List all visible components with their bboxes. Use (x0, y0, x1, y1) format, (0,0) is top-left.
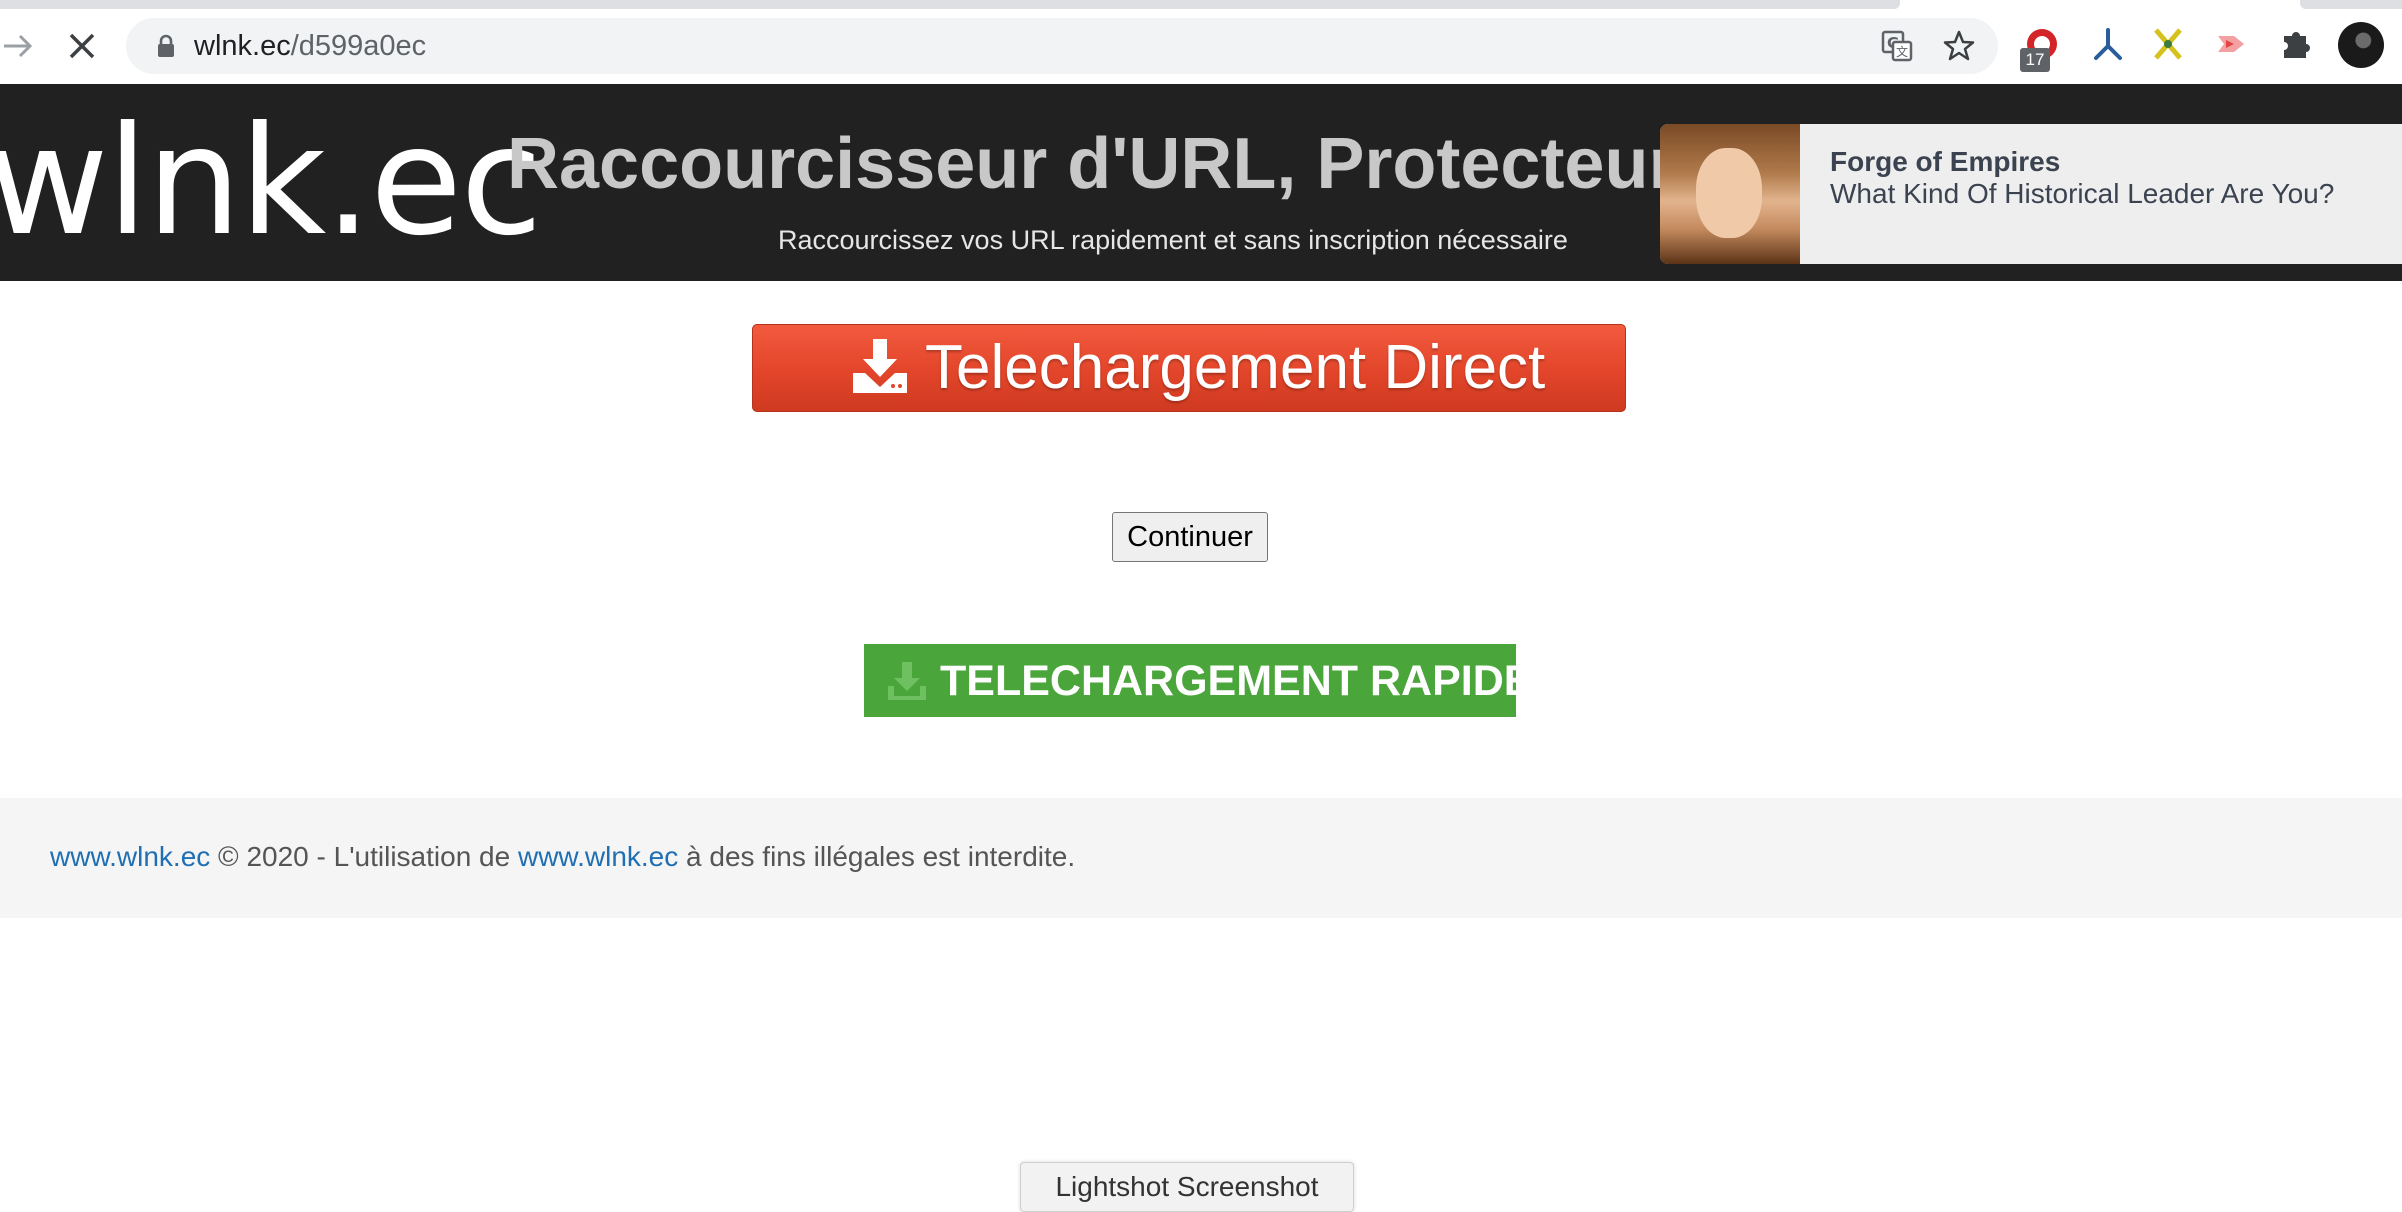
site-subtitle: Raccourcissez vos URL rapidement et sans… (778, 225, 1568, 255)
download-icon (853, 339, 907, 393)
direct-download-button[interactable]: Telechargement Direct (752, 324, 1626, 412)
fast-download-label: TELECHARGEMENT RAPIDE (940, 657, 1533, 705)
arrow-extension-icon[interactable] (2214, 26, 2250, 62)
lightshot-screenshot-button[interactable]: Lightshot Screenshot (1020, 1162, 1354, 1212)
svg-text:文: 文 (1896, 44, 1908, 59)
bookmark-star-icon[interactable] (1942, 29, 1976, 63)
ad-title[interactable]: Forge of Empires (1830, 146, 2060, 178)
site-title: Raccourcisseur d'URL, Protecteur (507, 124, 1677, 204)
ad-banner[interactable]: Forge of Empires What Kind Of Historical… (1660, 124, 2402, 264)
site-header: wlnk.ec Raccourcisseur d'URL, Protecteur… (0, 84, 2402, 281)
ad-image[interactable] (1660, 124, 1800, 264)
download-icon (888, 662, 926, 700)
extension-badge: 17 (2020, 48, 2050, 72)
tab-strip-right (2300, 0, 2402, 9)
branch-extension-icon[interactable] (2090, 26, 2126, 62)
yellow-extension-icon[interactable] (2150, 26, 2186, 62)
url-text[interactable]: wlnk.ec/d599a0ec (194, 30, 426, 62)
direct-download-label: Telechargement Direct (925, 333, 1546, 402)
footer-copyright: © 2020 - L'utilisation de (210, 841, 518, 872)
fast-download-button[interactable]: TELECHARGEMENT RAPIDE (864, 644, 1532, 717)
lock-icon (158, 34, 174, 57)
site-logo[interactable]: wlnk.ec (0, 102, 543, 262)
ad-text[interactable]: What Kind Of Historical Leader Are You? (1830, 178, 2350, 210)
footer-notice: à des fins illégales est interdite. (678, 841, 1076, 872)
ad-face-shape (1696, 148, 1762, 238)
site-footer: www.wlnk.ec © 2020 - L'utilisation de ww… (0, 798, 2402, 918)
forward-arrow-icon[interactable] (0, 26, 40, 66)
browser-toolbar: wlnk.ec/d599a0ec G 文 17 (0, 0, 2402, 84)
url-host: wlnk.ec (194, 30, 291, 62)
footer-link-home[interactable]: www.wlnk.ec (50, 841, 210, 872)
tab-strip (0, 0, 1900, 9)
profile-avatar[interactable] (2338, 22, 2384, 68)
footer-text: www.wlnk.ec © 2020 - L'utilisation de ww… (50, 840, 1075, 874)
extensions-puzzle-icon[interactable] (2278, 26, 2314, 62)
stop-loading-icon[interactable] (62, 26, 102, 66)
continue-button[interactable]: Continuer (1112, 512, 1268, 562)
footer-link-home-2[interactable]: www.wlnk.ec (518, 841, 678, 872)
url-path: /d599a0ec (290, 30, 427, 62)
translate-icon[interactable]: G 文 (1880, 29, 1914, 63)
address-bar[interactable]: wlnk.ec/d599a0ec G 文 (126, 18, 1998, 74)
